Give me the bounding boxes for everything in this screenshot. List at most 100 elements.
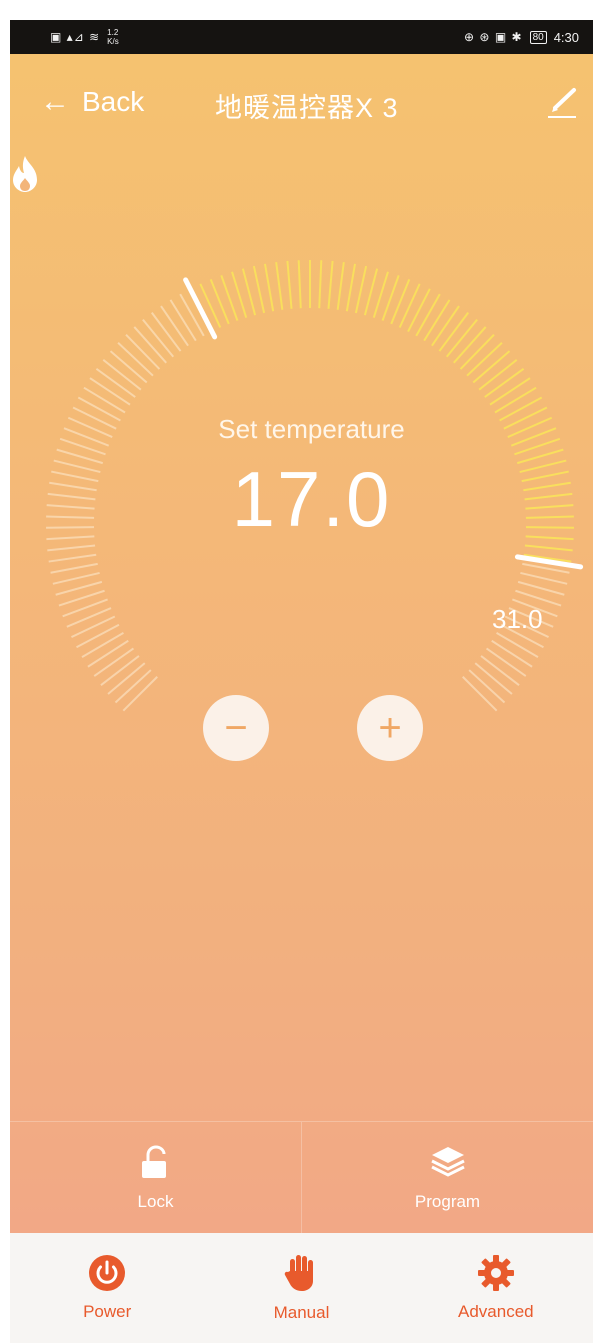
back-button[interactable]: ← Back	[40, 84, 144, 120]
dial-tick	[480, 655, 520, 687]
program-label: Program	[414, 1191, 481, 1211]
gear-icon	[477, 1255, 514, 1291]
tab-manual[interactable]: Manual	[204, 1233, 398, 1343]
dial-tick	[160, 305, 189, 347]
dial-tick	[345, 263, 357, 312]
dial-tick	[122, 676, 158, 712]
dial-tick	[179, 293, 205, 337]
dial-tick	[491, 639, 533, 668]
dial-tick	[133, 326, 167, 364]
dial-tick	[263, 263, 275, 312]
dial-tick	[453, 326, 487, 364]
status-icons: ⊕ ⊛ ▣ ✱	[464, 30, 523, 44]
dial-tick	[520, 571, 568, 585]
decrease-button[interactable]: −	[203, 695, 269, 761]
dial-tick	[71, 615, 116, 638]
dial-tick	[47, 544, 96, 552]
tab-power[interactable]: Power	[10, 1233, 204, 1343]
dial-tick	[327, 260, 334, 309]
status-bar: ▣ ▴⊿ ≋ 1.2 K/s ⊕ ⊛ ▣ ✱ 80 4:30	[10, 20, 593, 54]
layers-icon	[430, 1146, 465, 1177]
dial-tick	[398, 283, 421, 328]
dial-tick	[83, 386, 126, 414]
dial-tick	[496, 632, 539, 658]
dial-tick	[107, 662, 146, 695]
dial-tick	[76, 623, 120, 649]
flame-icon	[13, 156, 37, 192]
dial-tick	[478, 359, 518, 391]
dial-tick	[354, 265, 368, 314]
dial-tick	[100, 655, 140, 687]
dial-tick	[114, 669, 152, 704]
dial-tick	[241, 268, 257, 316]
lock-label: Lock	[137, 1191, 174, 1211]
dial-tick	[109, 350, 148, 384]
arrow-left-icon: ←	[40, 85, 70, 118]
dial-tick	[286, 260, 293, 309]
dial-tick	[489, 377, 531, 406]
dial-tick	[459, 333, 495, 370]
dial-tick	[125, 333, 161, 370]
battery-icon: 80	[529, 30, 547, 44]
dial-tick	[423, 299, 451, 342]
dial-tick	[415, 293, 441, 337]
back-label: Back	[82, 86, 145, 117]
dial-tick	[199, 283, 222, 328]
pencil-icon	[548, 88, 576, 118]
dial-tick	[275, 262, 284, 310]
tab-advanced[interactable]: Advanced	[399, 1233, 593, 1343]
temperature-dial[interactable]: Set temperature 17.0 31.0 − +	[10, 154, 593, 774]
dial-tick	[438, 312, 470, 352]
dial-tick	[169, 299, 197, 342]
clock: 4:30	[553, 29, 579, 45]
battery-level: 80	[532, 31, 544, 43]
quick-actions: Lock Program	[10, 1121, 593, 1233]
lock-button[interactable]: Lock	[10, 1122, 301, 1233]
current-temperature-label: 31.0	[492, 604, 543, 634]
dial-tick	[484, 368, 525, 398]
program-button[interactable]: Program	[301, 1122, 593, 1233]
dial-tick	[297, 260, 302, 309]
network-speed: 1.2 K/s	[107, 28, 119, 46]
dial-tick	[468, 669, 506, 704]
dial-tick	[336, 262, 345, 310]
tab-advanced-label: Advanced	[458, 1302, 534, 1321]
unlock-icon	[141, 1144, 166, 1178]
dial-tick	[472, 350, 511, 384]
dial-tick	[485, 647, 527, 677]
power-icon	[89, 1255, 126, 1291]
dial-tick	[363, 268, 379, 316]
dial-tick	[81, 632, 124, 658]
tab-power-label: Power	[83, 1302, 132, 1321]
dial-tick	[445, 318, 478, 358]
hand-icon	[285, 1255, 314, 1291]
dial-tick	[466, 342, 503, 377]
phone-screen: ▣ ▴⊿ ≋ 1.2 K/s ⊕ ⊛ ▣ ✱ 80 4:30 ← Back 地暖…	[10, 20, 593, 1343]
dial-tick	[474, 662, 513, 695]
set-temperature-label: Set temperature	[218, 414, 405, 444]
tab-manual-label: Manual	[273, 1303, 330, 1322]
dial-tick	[431, 305, 460, 347]
dial-tick	[50, 562, 98, 574]
dial-tick	[318, 260, 323, 309]
dial-tick	[462, 676, 498, 712]
dial-tick	[87, 639, 129, 668]
dial-tick	[494, 386, 537, 414]
set-temperature-value: 17.0	[231, 455, 392, 543]
dial-tick	[102, 359, 142, 391]
nav-bar: ← Back 地暖温控器X 3	[10, 54, 593, 150]
dial-tick	[95, 368, 136, 398]
signal-icons: ▣ ▴⊿ ≋	[50, 30, 101, 44]
edit-button[interactable]	[544, 84, 580, 120]
dial-tick	[52, 571, 100, 585]
dial-tick	[89, 377, 131, 406]
bottom-tab-bar: Power Manual Advanced	[10, 1233, 593, 1343]
dial-tick	[66, 607, 112, 628]
dial-tick	[150, 312, 182, 352]
status-right: ⊕ ⊛ ▣ ✱ 80 4:30	[464, 30, 579, 45]
increase-button[interactable]: +	[357, 695, 423, 761]
dial-tick	[524, 544, 573, 552]
dial-tick	[93, 647, 135, 677]
dial-tick	[252, 265, 266, 314]
dial-tick	[117, 342, 154, 377]
